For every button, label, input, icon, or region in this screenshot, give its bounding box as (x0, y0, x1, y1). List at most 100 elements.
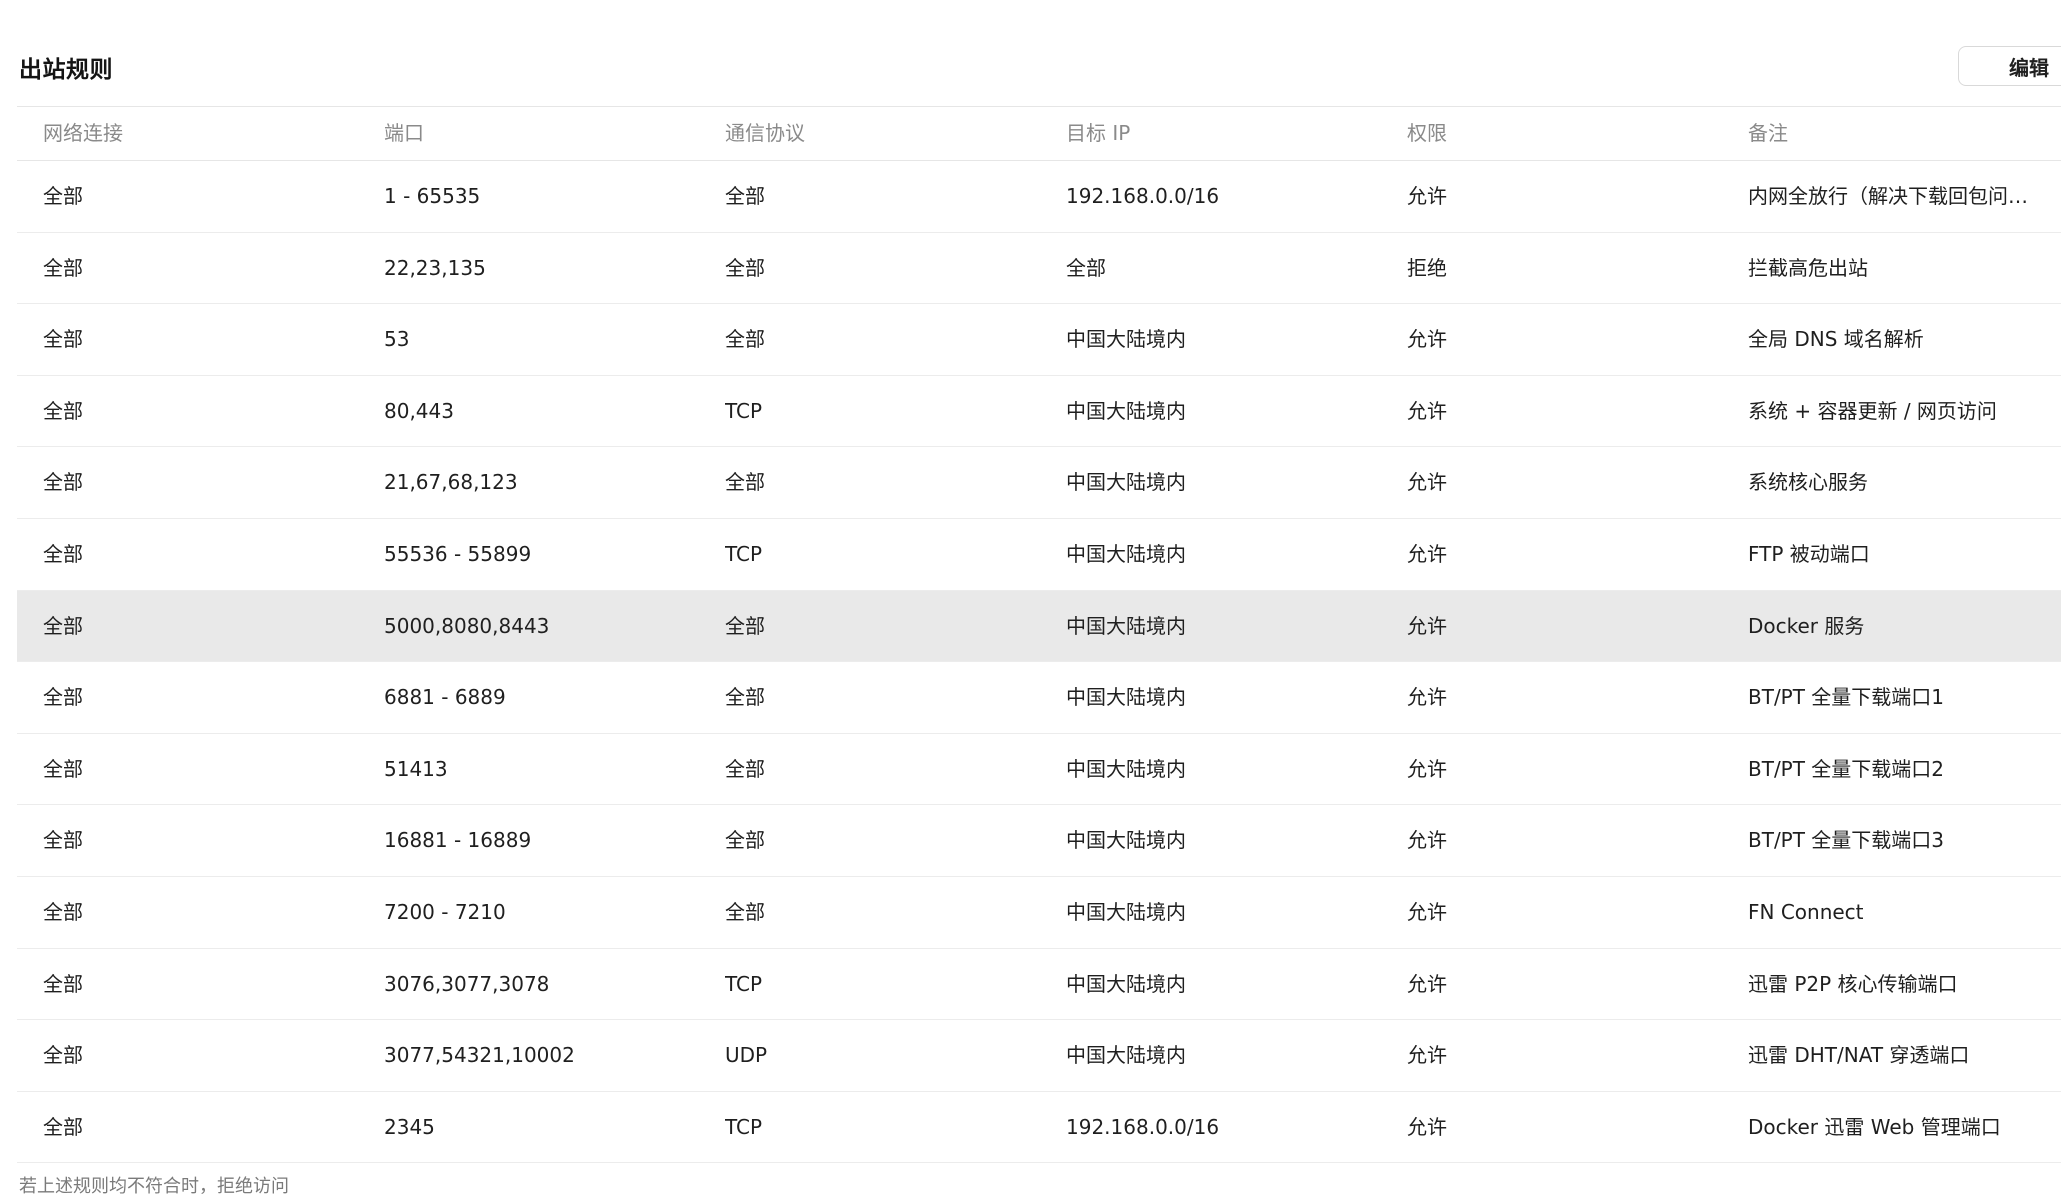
table-row[interactable]: 全部 6881 - 6889 全部 中国大陆境内 允许 BT/PT 全量下载端口1 (17, 662, 2061, 734)
cell-permission: 允许 (1407, 541, 1447, 566)
table-row[interactable]: 全部 80,443 TCP 中国大陆境内 允许 系统 + 容器更新 / 网页访问 (17, 376, 2061, 448)
cell-network: 全部 (43, 398, 83, 423)
cell-permission: 允许 (1407, 971, 1447, 996)
default-rule-note: 若上述规则均不符合时，拒绝访问 (19, 1176, 289, 1197)
cell-permission: 允许 (1407, 756, 1447, 781)
column-header-network: 网络连接 (43, 121, 123, 145)
cell-note: Docker 迅雷 Web 管理端口 (1748, 1114, 2001, 1139)
cell-port: 2345 (384, 1114, 435, 1139)
cell-network: 全部 (43, 613, 83, 638)
table-header: 网络连接 端口 通信协议 目标 IP 权限 备注 (17, 106, 2061, 161)
cell-note: BT/PT 全量下载端口3 (1748, 828, 1945, 853)
cell-target-ip: 192.168.0.0/16 (1066, 1114, 1220, 1139)
cell-target-ip: 中国大陆境内 (1066, 327, 1186, 352)
cell-protocol: 全部 (725, 184, 765, 208)
cell-permission: 允许 (1407, 1043, 1447, 1068)
cell-port: 7200 - 7210 (384, 899, 506, 924)
cell-network: 全部 (43, 184, 83, 208)
cell-target-ip: 中国大陆境内 (1066, 971, 1186, 996)
cell-protocol: 全部 (725, 470, 765, 495)
table-row[interactable]: 全部 5000,8080,8443 全部 中国大陆境内 允许 Docker 服务 (17, 590, 2061, 663)
cell-protocol: 全部 (725, 255, 765, 280)
cell-target-ip: 中国大陆境内 (1066, 756, 1186, 781)
cell-permission: 允许 (1407, 184, 1447, 208)
cell-port: 53 (384, 327, 410, 352)
cell-target-ip: 中国大陆境内 (1066, 685, 1186, 710)
cell-network: 全部 (43, 470, 83, 495)
cell-note: 系统核心服务 (1748, 470, 1868, 495)
cell-permission: 允许 (1407, 470, 1447, 495)
edit-button[interactable]: 编辑 (1958, 46, 2061, 86)
cell-network: 全部 (43, 685, 83, 710)
cell-note: 迅雷 DHT/NAT 穿透端口 (1748, 1043, 1970, 1068)
table-row[interactable]: 全部 3076,3077,3078 TCP 中国大陆境内 允许 迅雷 P2P 核心传输端口 (17, 949, 2061, 1021)
outbound-rules-table: 网络连接 端口 通信协议 目标 IP 权限 备注 全部 1 - 65535 全部 19… (17, 106, 2061, 1164)
cell-note: 全局 DNS 域名解析 (1748, 327, 1924, 352)
cell-protocol: 全部 (725, 327, 765, 352)
cell-protocol: 全部 (725, 899, 765, 924)
cell-protocol: 全部 (725, 756, 765, 781)
column-header-note: 备注 (1748, 121, 1788, 145)
cell-target-ip: 中国大陆境内 (1066, 541, 1186, 566)
cell-permission: 允许 (1407, 398, 1447, 423)
table-row[interactable]: 全部 16881 - 16889 全部 中国大陆境内 允许 BT/PT 全量下载端口3 (17, 805, 2061, 877)
cell-port: 5000,8080,8443 (384, 613, 550, 638)
table-body: 全部 1 - 65535 全部 192.168.0.0/16 允许 内网全放行（解决下载回… (17, 161, 2061, 1164)
cell-port: 51413 (384, 756, 448, 781)
cell-target-ip: 中国大陆境内 (1066, 470, 1186, 495)
cell-network: 全部 (43, 971, 83, 996)
cell-permission: 允许 (1407, 828, 1447, 853)
cell-permission: 允许 (1407, 899, 1447, 924)
cell-target-ip: 全部 (1066, 255, 1106, 280)
cell-note: 系统 + 容器更新 / 网页访问 (1748, 398, 1997, 423)
cell-target-ip: 192.168.0.0/16 (1066, 184, 1220, 208)
page-header: 出站规则 编辑 (19, 44, 2061, 88)
cell-network: 全部 (43, 756, 83, 781)
table-row[interactable]: 全部 22,23,135 全部 全部 拒绝 拦截高危出站 (17, 233, 2061, 305)
cell-note: BT/PT 全量下载端口1 (1748, 685, 1945, 710)
cell-protocol: 全部 (725, 613, 765, 638)
cell-port: 3077,54321,10002 (384, 1043, 575, 1068)
cell-note: Docker 服务 (1748, 613, 1865, 638)
cell-port: 6881 - 6889 (384, 685, 506, 710)
cell-network: 全部 (43, 899, 83, 924)
cell-network: 全部 (43, 327, 83, 352)
cell-protocol: UDP (725, 1043, 768, 1068)
cell-protocol: 全部 (725, 685, 765, 710)
cell-protocol: TCP (725, 1114, 763, 1139)
table-row[interactable]: 全部 55536 - 55899 TCP 中国大陆境内 允许 FTP 被动端口 (17, 519, 2061, 591)
column-header-port: 端口 (384, 121, 424, 145)
cell-target-ip: 中国大陆境内 (1066, 899, 1186, 924)
cell-permission: 拒绝 (1407, 255, 1447, 280)
table-row[interactable]: 全部 7200 - 7210 全部 中国大陆境内 允许 FN Connect (17, 877, 2061, 949)
cell-network: 全部 (43, 255, 83, 280)
cell-target-ip: 中国大陆境内 (1066, 398, 1186, 423)
cell-permission: 允许 (1407, 613, 1447, 638)
table-row[interactable]: 全部 3077,54321,10002 UDP 中国大陆境内 允许 迅雷 DHT/NAT … (17, 1020, 2061, 1092)
table-row[interactable]: 全部 1 - 65535 全部 192.168.0.0/16 允许 内网全放行（解决下载回… (17, 161, 2061, 233)
column-header-target-ip: 目标 IP (1066, 121, 1131, 145)
cell-network: 全部 (43, 541, 83, 566)
cell-port: 22,23,135 (384, 255, 486, 280)
cell-protocol: TCP (725, 971, 763, 996)
cell-note: FN Connect (1748, 899, 1864, 924)
column-header-permission: 权限 (1407, 121, 1447, 145)
cell-permission: 允许 (1407, 685, 1447, 710)
table-row[interactable]: 全部 21,67,68,123 全部 中国大陆境内 允许 系统核心服务 (17, 447, 2061, 519)
cell-port: 80,443 (384, 398, 454, 423)
cell-protocol: TCP (725, 398, 763, 423)
cell-note: BT/PT 全量下载端口2 (1748, 756, 1945, 781)
cell-permission: 允许 (1407, 327, 1447, 352)
cell-note: 迅雷 P2P 核心传输端口 (1748, 971, 1958, 996)
table-row[interactable]: 全部 53 全部 中国大陆境内 允许 全局 DNS 域名解析 (17, 304, 2061, 376)
cell-target-ip: 中国大陆境内 (1066, 613, 1186, 638)
table-row[interactable]: 全部 2345 TCP 192.168.0.0/16 允许 Docker 迅雷 Web 管… (17, 1092, 2061, 1164)
cell-port: 21,67,68,123 (384, 470, 518, 495)
cell-port: 16881 - 16889 (384, 828, 532, 853)
cell-network: 全部 (43, 1114, 83, 1139)
page-title: 出站规则 (19, 57, 113, 83)
table-row[interactable]: 全部 51413 全部 中国大陆境内 允许 BT/PT 全量下载端口2 (17, 734, 2061, 806)
cell-protocol: TCP (725, 541, 763, 566)
cell-network: 全部 (43, 1043, 83, 1068)
cell-target-ip: 中国大陆境内 (1066, 1043, 1186, 1068)
